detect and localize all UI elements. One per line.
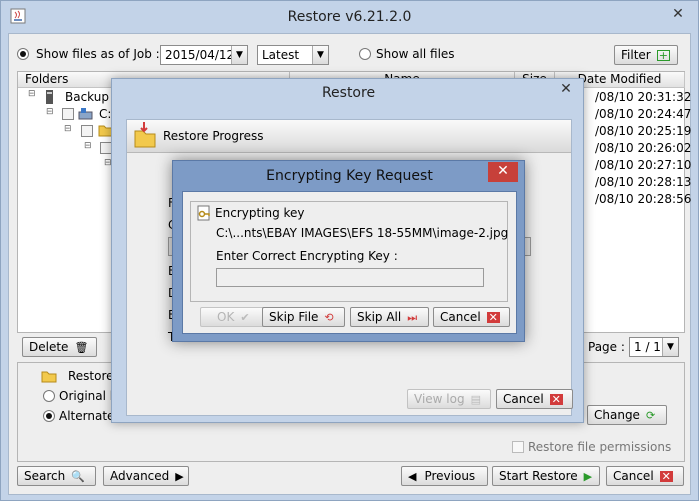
advanced-button[interactable]: Advanced ▶ xyxy=(103,466,189,486)
start-restore-button[interactable]: Start Restore ▶ xyxy=(492,466,600,486)
previous-button[interactable]: ◀ Previous xyxy=(401,466,488,486)
drive-icon xyxy=(78,108,93,120)
tree-expander[interactable]: ⊟ xyxy=(46,107,54,117)
close-icon: ✕ xyxy=(549,393,563,406)
encrypting-key-dialog-client: Encrypting key C:\...nts\EBAY IMAGES\EFS… xyxy=(182,191,517,334)
delete-button[interactable]: Delete 🗑 xyxy=(22,337,97,357)
delete-label: Delete xyxy=(29,340,69,354)
restore-dialog-close-button[interactable]: ✕ xyxy=(551,80,581,100)
page-select[interactable]: 1 / 1 ▼ xyxy=(629,337,679,357)
date-cell: /08/10 20:31:32 xyxy=(595,90,692,104)
version-select[interactable]: Latest ▼ xyxy=(257,45,329,65)
date-cell: /08/10 20:26:02 xyxy=(595,141,692,155)
encrypting-key-input[interactable] xyxy=(216,268,484,287)
encrypted-file-path: C:\...nts\EBAY IMAGES\EFS 18-55MM\image-… xyxy=(216,226,509,240)
date-cell: /08/10 20:24:47 xyxy=(595,107,692,121)
key-file-icon xyxy=(197,205,210,221)
previous-label: Previous xyxy=(424,469,476,483)
chevron-down-icon: ▼ xyxy=(312,46,328,64)
filter-button[interactable]: Filter + xyxy=(614,45,678,65)
show-as-of-job-label: Show files as of Job : xyxy=(36,47,160,61)
encrypting-key-dialog-title: Encrypting Key Request xyxy=(266,168,433,184)
change-label: Change xyxy=(594,408,640,422)
restore-progress-icon xyxy=(134,122,156,148)
view-log-label: View log xyxy=(414,392,465,406)
trash-icon: 🗑 xyxy=(74,341,89,354)
job-date-value: 2015/04/12 xyxy=(165,48,235,62)
restore-dialog-cancel-button[interactable]: Cancel ✕ xyxy=(496,389,573,409)
skip-file-icon: ⟲ xyxy=(324,311,334,324)
document-icon: ▤ xyxy=(470,393,481,406)
tree-expander[interactable]: ⊟ xyxy=(28,89,36,99)
close-icon: ✕ xyxy=(659,470,673,483)
progress-banner-label: Restore Progress xyxy=(163,129,264,143)
refresh-icon: ⟳ xyxy=(645,409,656,422)
encrypt-cancel-button[interactable]: Cancel ✕ xyxy=(433,307,510,327)
page-value: 1 / 1 xyxy=(634,340,661,354)
show-all-files-label: Show all files xyxy=(376,47,455,61)
play-icon: ▶ xyxy=(583,470,593,483)
ok-button[interactable]: OK ✔ xyxy=(200,307,266,327)
main-titlebar: Restore v6.21.2.0 ✕ xyxy=(1,1,698,33)
start-restore-label: Start Restore xyxy=(499,469,578,483)
change-button[interactable]: Change ⟳ xyxy=(587,405,667,425)
close-icon: ✕ xyxy=(486,311,500,324)
tree-checkbox[interactable] xyxy=(62,108,74,120)
check-icon: ✔ xyxy=(240,311,250,324)
tree-expander[interactable]: ⊟ xyxy=(84,141,92,151)
tree-checkbox[interactable] xyxy=(81,125,93,137)
encrypting-key-group: Encrypting key C:\...nts\EBAY IMAGES\EFS… xyxy=(190,201,508,302)
alternate-location-radio[interactable] xyxy=(43,410,55,422)
restore-dialog-cancel-label: Cancel xyxy=(503,392,544,406)
restore-permissions-checkbox[interactable] xyxy=(512,441,524,453)
chevron-right-icon: ▶ xyxy=(175,470,184,483)
page-label: Page : xyxy=(588,340,625,354)
show-as-of-job-radio[interactable] xyxy=(17,48,29,60)
search-label: Search xyxy=(24,469,66,483)
window-title: Restore v6.21.2.0 xyxy=(287,9,412,25)
main-cancel-label: Cancel xyxy=(613,469,654,483)
restore-section-label: Restore xyxy=(68,369,114,383)
original-location-radio[interactable] xyxy=(43,390,55,402)
skip-file-label: Skip File xyxy=(269,310,319,324)
search-button[interactable]: Search 🔍 xyxy=(17,466,96,486)
main-cancel-button[interactable]: Cancel ✕ xyxy=(606,466,684,486)
search-icon: 🔍 xyxy=(71,470,85,483)
skip-all-label: Skip All xyxy=(357,310,402,324)
job-date-select[interactable]: 2015/04/12 ▼ xyxy=(160,45,248,65)
encrypting-key-dialog-close-button[interactable]: ✕ xyxy=(488,162,518,182)
date-cell: /08/10 20:28:13 xyxy=(595,175,692,189)
encrypting-key-group-label: Encrypting key xyxy=(215,206,305,220)
date-cell: /08/10 20:25:19 xyxy=(595,124,692,138)
tree-drive-label[interactable]: C: xyxy=(99,107,111,121)
view-log-button[interactable]: View log ▤ xyxy=(407,389,491,409)
encrypting-key-prompt: Enter Correct Encrypting Key : xyxy=(216,249,398,263)
chevron-down-icon: ▼ xyxy=(662,338,678,356)
skip-all-icon: ⏭ xyxy=(407,311,418,324)
date-cell: /08/10 20:27:10 xyxy=(595,158,692,172)
ok-label: OK xyxy=(217,310,235,324)
skip-file-button[interactable]: Skip File ⟲ xyxy=(262,307,345,327)
restore-dialog-title: Restore xyxy=(321,85,376,101)
advanced-label: Advanced xyxy=(110,469,170,483)
encrypting-key-dialog: Encrypting Key Request ✕ Encrypting key … xyxy=(172,160,525,342)
plus-icon: + xyxy=(656,49,670,62)
window-close-button[interactable]: ✕ xyxy=(663,5,693,25)
chevron-left-icon: ◀ xyxy=(408,470,417,483)
chevron-down-icon: ▼ xyxy=(231,46,247,64)
version-value: Latest xyxy=(262,48,300,62)
encrypt-cancel-label: Cancel xyxy=(440,310,481,324)
show-all-files-radio[interactable] xyxy=(359,48,371,60)
computer-icon xyxy=(46,90,53,104)
filter-label: Filter xyxy=(621,48,651,62)
progress-banner: Restore Progress xyxy=(127,120,571,153)
restore-folder-icon xyxy=(41,371,57,383)
restore-permissions-label: Restore file permissions xyxy=(528,440,672,454)
date-cell: /08/10 20:28:56 xyxy=(595,192,692,206)
skip-all-button[interactable]: Skip All ⏭ xyxy=(350,307,429,327)
tree-expander[interactable]: ⊟ xyxy=(64,124,72,134)
